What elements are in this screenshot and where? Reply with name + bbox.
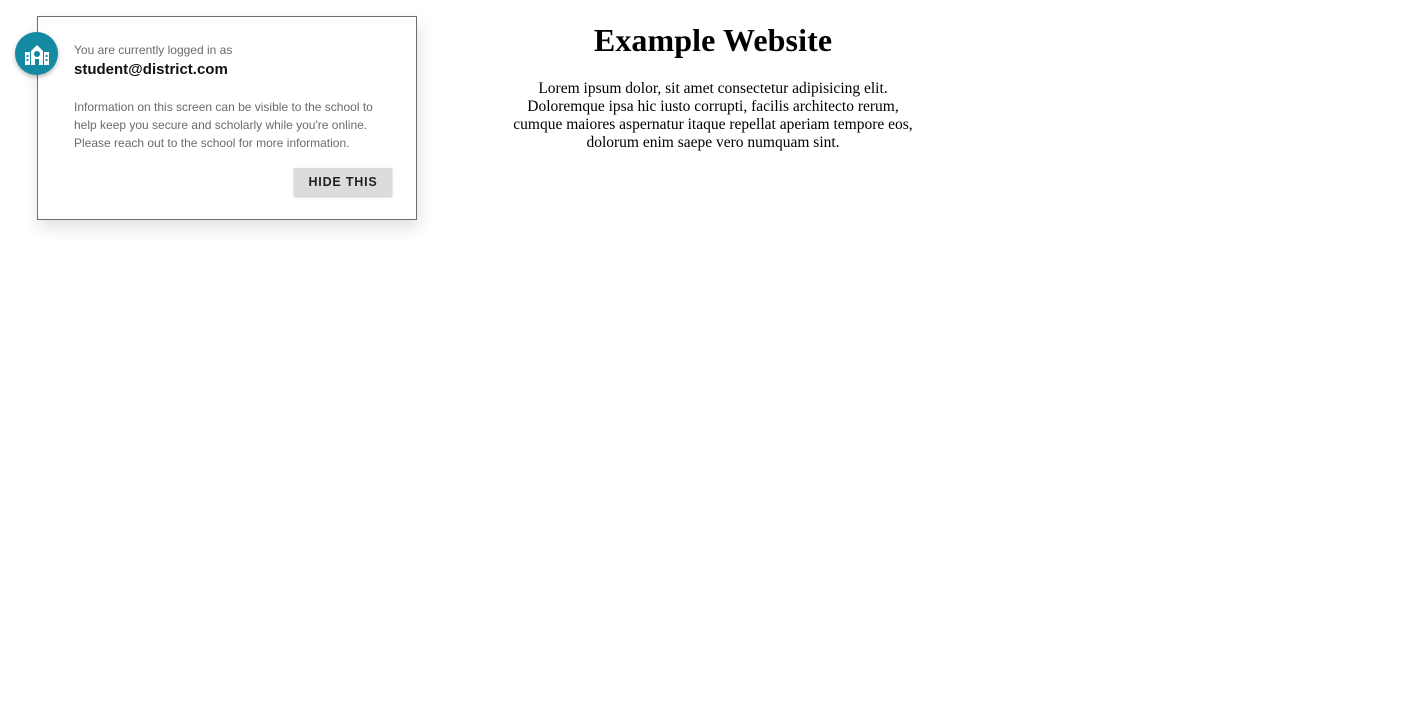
visibility-info-text: Information on this screen can be visibl… [74, 100, 373, 150]
website-content: Example Website Lorem ipsum dolor, sit a… [513, 20, 913, 152]
user-email: student@district.com [74, 61, 228, 78]
login-notice-card: You are currently logged in as student@d… [37, 16, 417, 220]
hide-this-button[interactable]: HIDE THIS [294, 168, 392, 196]
logged-in-label: You are currently logged in as [74, 43, 233, 57]
lorem-paragraph: Lorem ipsum dolor, sit amet consectetur … [513, 80, 913, 151]
school-building-icon [15, 32, 58, 75]
page-title: Example Website [593, 22, 833, 58]
